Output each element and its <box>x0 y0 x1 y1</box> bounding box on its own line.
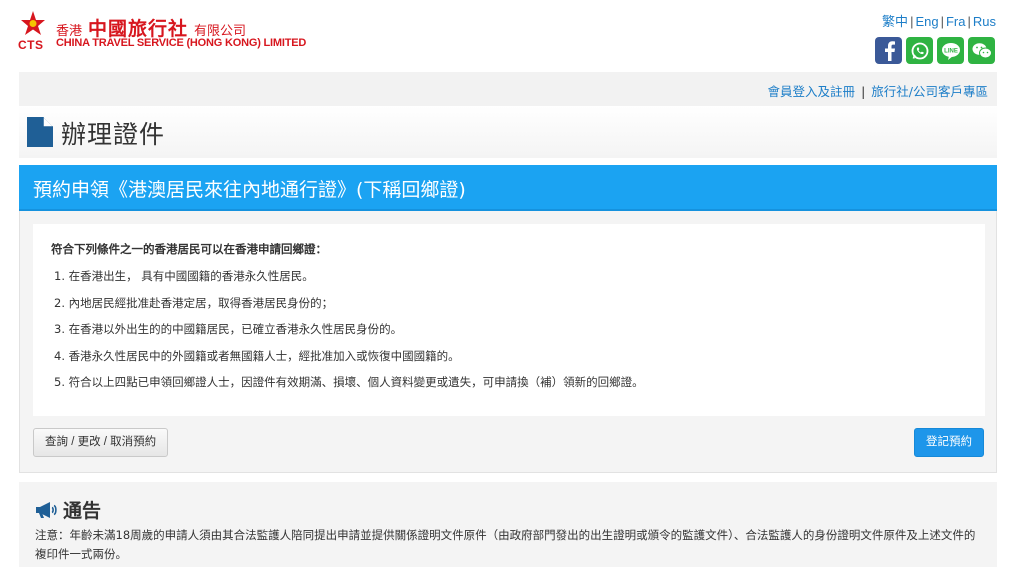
booking-panel: 預約申領《港澳居民來往內地通行證》(下稱回鄉證) 符合下列條件之一的香港居民可以… <box>19 165 997 473</box>
subnav-separator: | <box>861 84 866 99</box>
list-item: 2. 內地居民經批准赴香港定居，取得香港居民身份的； <box>54 295 334 310</box>
facebook-icon[interactable] <box>875 37 902 64</box>
notice-section: 通告 注意：年齡未滿18周歲的申請人須由其合法監護人陪同提出申請並提供關係證明文… <box>19 482 997 567</box>
list-item: 5. 符合以上四點已申領回鄉證人士，因證件有效期滿、損壞、個人資料變更或遺失，可… <box>54 375 644 389</box>
conditions-title: 符合下列條件之一的香港居民可以在香港申請回鄉證： <box>51 242 327 256</box>
notice-heading: 通告 <box>35 496 101 523</box>
social-links: LINE <box>875 37 995 64</box>
whatsapp-icon[interactable] <box>906 37 933 64</box>
panel-heading: 預約申領《港澳居民來往內地通行證》(下稱回鄉證) <box>19 165 997 211</box>
page-title: 辦理證件 <box>61 120 166 149</box>
list-item: 4. 香港永久性居民中的外國籍或者無國籍人士，經批准加入或恢復中國國籍的。 <box>54 348 460 363</box>
cts-logo[interactable]: CTS 香港 中國旅行社 有限公司 CHINA TRAVEL SERVICE (HO… <box>18 10 318 52</box>
language-switcher: 繁中 | Eng | Fra | Rus <box>882 14 996 29</box>
logo-english-name: CHINA TRAVEL SERVICE (HONG KONG) LIMITED <box>56 37 307 49</box>
logo-cts-text: CTS <box>18 38 44 52</box>
member-login-link[interactable]: 會員登入及註冊 <box>768 84 856 99</box>
agency-area-link[interactable]: 旅行社/公司客戶專區 <box>871 84 988 99</box>
eligibility-box: 符合下列條件之一的香港居民可以在香港申請回鄉證： 1. 在香港出生， 具有中國國… <box>33 224 985 416</box>
lang-fra[interactable]: Fra <box>946 14 966 29</box>
notice-title: 通告 <box>63 500 102 522</box>
sub-navigation: 會員登入及註冊 | 旅行社/公司客戶專區 <box>19 72 997 106</box>
star-logo-icon <box>21 11 45 35</box>
lang-rus[interactable]: Rus <box>973 14 996 29</box>
list-item: 3. 在香港以外出生的的中國籍居民，已確立香港永久性居民身份的。 <box>54 322 403 336</box>
panel-heading-text: 預約申領《港澳居民來往內地通行證》(下稱回鄉證) <box>33 179 466 201</box>
list-item: 1. 在香港出生， 具有中國國籍的香港永久性居民。 <box>54 269 314 283</box>
register-booking-button[interactable]: 登記預約 <box>914 428 984 457</box>
megaphone-icon <box>36 501 57 518</box>
site-header: CTS 香港 中國旅行社 有限公司 CHINA TRAVEL SERVICE (HO… <box>0 0 1024 72</box>
notice-text: 注意：年齡未滿18周歲的申請人須由其合法監護人陪同提出申請並提供關係證明文件原件… <box>35 528 976 561</box>
svg-text:LINE: LINE <box>944 48 958 54</box>
document-icon <box>27 117 53 147</box>
lang-eng[interactable]: Eng <box>915 14 938 29</box>
wechat-icon[interactable] <box>968 37 995 64</box>
conditions-list: 1. 在香港出生， 具有中國國籍的香港永久性居民。 2. 內地居民經批准赴香港定… <box>54 268 644 401</box>
page-title-bar: 辦理證件 <box>19 106 997 158</box>
lang-zh-hant[interactable]: 繁中 <box>882 14 908 29</box>
query-change-cancel-button[interactable]: 查詢 / 更改 / 取消預約 <box>33 428 169 457</box>
line-icon[interactable]: LINE <box>937 37 964 64</box>
